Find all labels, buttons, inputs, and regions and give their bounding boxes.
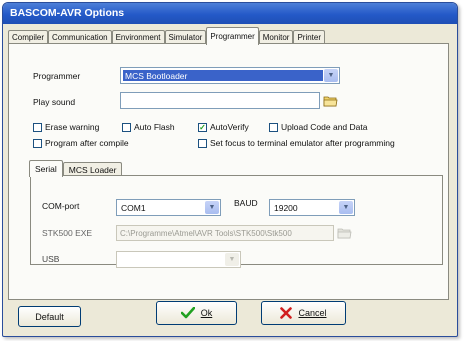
chevron-down-icon[interactable]: ▼ [225, 253, 239, 266]
programmer-select[interactable]: MCS Bootloader ▼ [120, 67, 340, 84]
stk500-exe-value: C:\Programme\Atmel\AVR Tools\STK500\Stk5… [120, 229, 292, 238]
cross-icon [280, 307, 293, 319]
play-sound-label: Play sound [33, 97, 76, 107]
ok-button[interactable]: Ok [156, 301, 237, 325]
set-focus-checkbox[interactable]: Set focus to terminal emulator after pro… [198, 138, 395, 148]
erase-warning-box[interactable] [33, 122, 42, 132]
auto-flash-label: Auto Flash [134, 122, 175, 132]
com-port-value: COM1 [121, 203, 146, 213]
auto-verify-checkbox[interactable]: ✓ AutoVerify [198, 122, 249, 132]
usb-value [119, 254, 224, 265]
program-after-compile-box[interactable] [33, 138, 42, 148]
cancel-button[interactable]: Cancel [261, 301, 346, 325]
chevron-down-icon[interactable]: ▼ [339, 201, 353, 214]
tab-programmer[interactable]: Programmer [206, 27, 259, 45]
baud-label: BAUD [234, 198, 258, 208]
default-button-label: Default [35, 311, 64, 322]
erase-warning-label: Erase warning [45, 122, 100, 132]
programmer-select-value: MCS Bootloader [123, 70, 323, 81]
program-after-compile-checkbox[interactable]: Program after compile [33, 138, 129, 148]
stk500-exe-label: STK500 EXE [42, 228, 93, 238]
auto-flash-checkbox[interactable]: Auto Flash [122, 122, 175, 132]
chevron-down-icon[interactable]: ▼ [205, 201, 219, 214]
com-port-label: COM-port [42, 201, 80, 211]
default-button[interactable]: Default [18, 306, 81, 327]
erase-warning-checkbox[interactable]: Erase warning [33, 122, 99, 132]
com-port-select[interactable]: COM1 ▼ [116, 199, 221, 216]
upload-code-data-label: Upload Code and Data [281, 122, 368, 132]
ok-button-label: Ok [200, 308, 213, 318]
chevron-down-icon[interactable]: ▼ [324, 69, 338, 82]
baud-value: 19200 [274, 203, 298, 213]
subtab-serial[interactable]: Serial [29, 160, 63, 177]
tab-strip: Compiler Communication Environment Simul… [8, 27, 326, 45]
upload-code-data-box[interactable] [269, 122, 278, 132]
serial-panel: COM-port COM1 ▼ BAUD 19200 ▼ STK500 EXE … [30, 175, 443, 268]
auto-verify-box[interactable]: ✓ [198, 122, 207, 132]
programmer-label: Programmer [33, 71, 81, 81]
program-after-compile-label: Program after compile [45, 138, 129, 148]
upload-code-data-checkbox[interactable]: Upload Code and Data [269, 122, 367, 132]
usb-select[interactable]: ▼ [116, 251, 241, 268]
options-dialog: BASCOM-AVR Options Compiler Communicatio… [2, 2, 458, 337]
set-focus-label: Set focus to terminal emulator after pro… [210, 138, 395, 148]
folder-icon[interactable] [322, 94, 338, 107]
play-sound-input[interactable] [120, 92, 320, 109]
title-bar[interactable]: BASCOM-AVR Options [3, 3, 457, 24]
folder-icon[interactable] [336, 226, 352, 239]
usb-label: USB [42, 254, 60, 264]
stk500-exe-input[interactable]: C:\Programme\Atmel\AVR Tools\STK500\Stk5… [116, 225, 334, 241]
cancel-button-label: Cancel [298, 308, 327, 318]
baud-select[interactable]: 19200 ▼ [269, 199, 355, 216]
set-focus-box[interactable] [198, 138, 207, 148]
auto-flash-box[interactable] [122, 122, 131, 132]
check-icon [180, 307, 195, 319]
auto-verify-label: AutoVerify [210, 122, 249, 132]
